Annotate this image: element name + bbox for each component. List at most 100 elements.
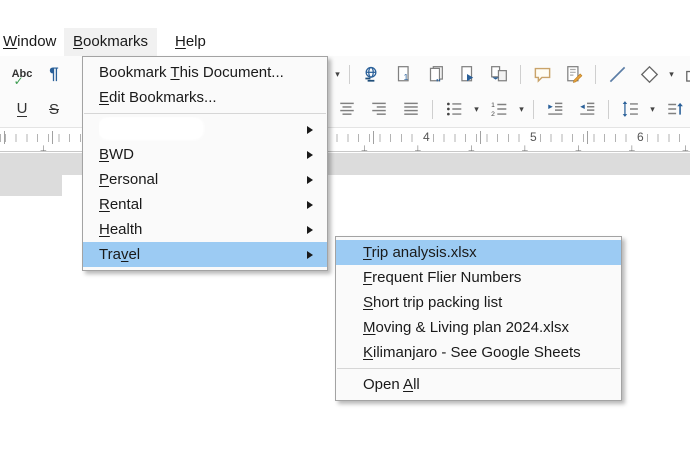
submenu-arrow-icon [307, 176, 313, 184]
dropdown-arrow[interactable]: ▾ [332, 61, 343, 87]
tab-stop-marker: ⊥ [415, 144, 422, 153]
menu-item-personal[interactable]: Personal [83, 167, 327, 192]
toolbar-row1-right: ▾ 1 ▾ [331, 58, 690, 90]
menu-item-label: Open All [363, 376, 607, 393]
menu-item-label: Short trip packing list [363, 294, 607, 311]
indent-decrease-icon[interactable] [574, 96, 600, 122]
app-window: WindowBookmarksHelp Abc✓¶ ▾1▾ US ▾12▾▾ 4… [0, 0, 690, 467]
strikethrough-icon[interactable]: S [41, 96, 67, 122]
toolbar-separator [608, 100, 609, 119]
tab-stop-marker: ⊥ [522, 144, 529, 153]
menu-item-label [99, 117, 299, 143]
menu-item-rental[interactable]: Rental [83, 192, 327, 217]
ruler-inch-label: 4 [421, 130, 432, 144]
track-changes-icon[interactable] [561, 61, 587, 87]
bookmarks-dropdown-menu: Bookmark This Document... Edit Bookmarks.… [82, 56, 328, 271]
menubar-item-bookmarks[interactable]: Bookmarks [64, 28, 157, 56]
diamond-shape-icon[interactable] [636, 61, 662, 87]
dropdown-arrow[interactable]: ▾ [647, 96, 658, 122]
menu-item-label: Rental [99, 196, 299, 213]
align-right-icon[interactable] [366, 96, 392, 122]
submenu-item-frequent-flier-numbers[interactable]: Frequent Flier Numbers [336, 265, 621, 290]
submenu-arrow-icon [307, 226, 313, 234]
tab-stop-marker: ⊥ [468, 144, 475, 153]
menu-item-label: Personal [99, 171, 299, 188]
toolbar-separator [349, 65, 350, 84]
workspace-background-left [0, 153, 62, 196]
submenu-item-trip-analysis-xlsx[interactable]: Trip analysis.xlsx [336, 240, 621, 265]
numbered-list-icon[interactable]: 12 [486, 96, 512, 122]
toolbar-row1-left: Abc✓¶ [6, 58, 70, 90]
menu-item-label: BWD [99, 146, 299, 163]
page-break-icon[interactable]: 1 [390, 61, 416, 87]
toolbar-row2-left: US [6, 93, 70, 125]
tab-stop-marker: ⊥ [575, 144, 582, 153]
page-preview-icon[interactable] [454, 61, 480, 87]
submenu-arrow-icon [307, 151, 313, 159]
menu-item-label: Travel [99, 246, 299, 263]
toolbar-row2-right: ▾12▾▾ [331, 93, 690, 125]
toolbar-separator [533, 100, 534, 119]
menu-item-label: Trip analysis.xlsx [363, 244, 607, 261]
ruler-inch-label: 5 [528, 130, 539, 144]
svg-text:1: 1 [404, 72, 409, 82]
toolbar-separator [432, 100, 433, 119]
menu-item-label: Edit Bookmarks... [99, 89, 313, 106]
tab-stop-marker: ⊥ [629, 144, 636, 153]
menu-item-label: Health [99, 221, 299, 238]
dropdown-arrow[interactable]: ▾ [666, 61, 677, 87]
submenu-arrow-icon [307, 201, 313, 209]
svg-text:2: 2 [491, 111, 495, 118]
menu-item-edit-bookmarks[interactable]: Edit Bookmarks... [83, 85, 327, 110]
submenu-item-short-trip-packing-list[interactable]: Short trip packing list [336, 290, 621, 315]
line-spacing-icon[interactable] [617, 96, 643, 122]
menubar-item-help[interactable]: Help [166, 28, 215, 56]
toolbar-separator [595, 65, 596, 84]
submenu-arrow-icon [307, 126, 313, 134]
tab-stop-marker: ⊥ [682, 144, 689, 153]
comment-icon[interactable] [529, 61, 555, 87]
tab-stop-marker: ⊥ [361, 144, 368, 153]
dropdown-arrow[interactable]: ▾ [471, 96, 482, 122]
indent-increase-icon[interactable] [542, 96, 568, 122]
submenu-arrow-icon [307, 251, 313, 259]
bullet-list-icon[interactable] [441, 96, 467, 122]
pages-icon[interactable] [422, 61, 448, 87]
svg-text:1: 1 [491, 102, 495, 109]
submenu-item-open-all[interactable]: Open All [336, 372, 621, 397]
menu-item-bwd[interactable]: BWD [83, 142, 327, 167]
menu-item-label: Bookmarks [73, 33, 148, 50]
redacted-label [99, 118, 203, 139]
menubar-item-window[interactable]: Window [0, 28, 65, 56]
justify-icon[interactable] [398, 96, 424, 122]
ruler-inch-label: 6 [635, 130, 646, 144]
formatting-marks-icon[interactable]: ¶ [41, 61, 67, 87]
align-center-icon[interactable] [334, 96, 360, 122]
menu-item-health[interactable]: Health [83, 217, 327, 242]
menu-item-label: Window [3, 33, 56, 50]
menu-item-redacted[interactable] [83, 117, 327, 142]
submenu-item-kilimanjaro-see-google-sheets[interactable]: Kilimanjaro - See Google Sheets [336, 340, 621, 365]
swap-pages-icon[interactable] [486, 61, 512, 87]
toolbar-separator [520, 65, 521, 84]
menu-separator [84, 113, 326, 114]
travel-submenu: Trip analysis.xlsx Frequent Flier Numbers… [335, 236, 622, 401]
menu-bar: Window Bookmarks Help [0, 28, 690, 56]
menu-item-travel[interactable]: Travel [83, 242, 327, 267]
menu-item-label: Moving & Living plan 2024.xlsx [363, 319, 607, 336]
insert-line-icon[interactable] [604, 61, 630, 87]
spellcheck-icon[interactable]: Abc✓ [9, 61, 35, 87]
sort-up-icon[interactable] [662, 96, 688, 122]
menu-item-label: Bookmark This Document... [99, 64, 313, 81]
hyperlink-icon[interactable] [358, 61, 384, 87]
menu-item-label: Frequent Flier Numbers [363, 269, 607, 286]
dropdown-arrow[interactable]: ▾ [516, 96, 527, 122]
basic-shapes-icon[interactable] [681, 61, 690, 87]
tab-stop-marker: ⊥ [40, 144, 47, 153]
menu-item-label: Kilimanjaro - See Google Sheets [363, 344, 607, 361]
menu-item-label: Help [175, 33, 206, 50]
menu-separator [337, 368, 620, 369]
submenu-item-moving-living-plan-2024-xlsx[interactable]: Moving & Living plan 2024.xlsx [336, 315, 621, 340]
underline-icon[interactable]: U [9, 96, 35, 122]
menu-item-bookmark-this-document[interactable]: Bookmark This Document... [83, 60, 327, 85]
